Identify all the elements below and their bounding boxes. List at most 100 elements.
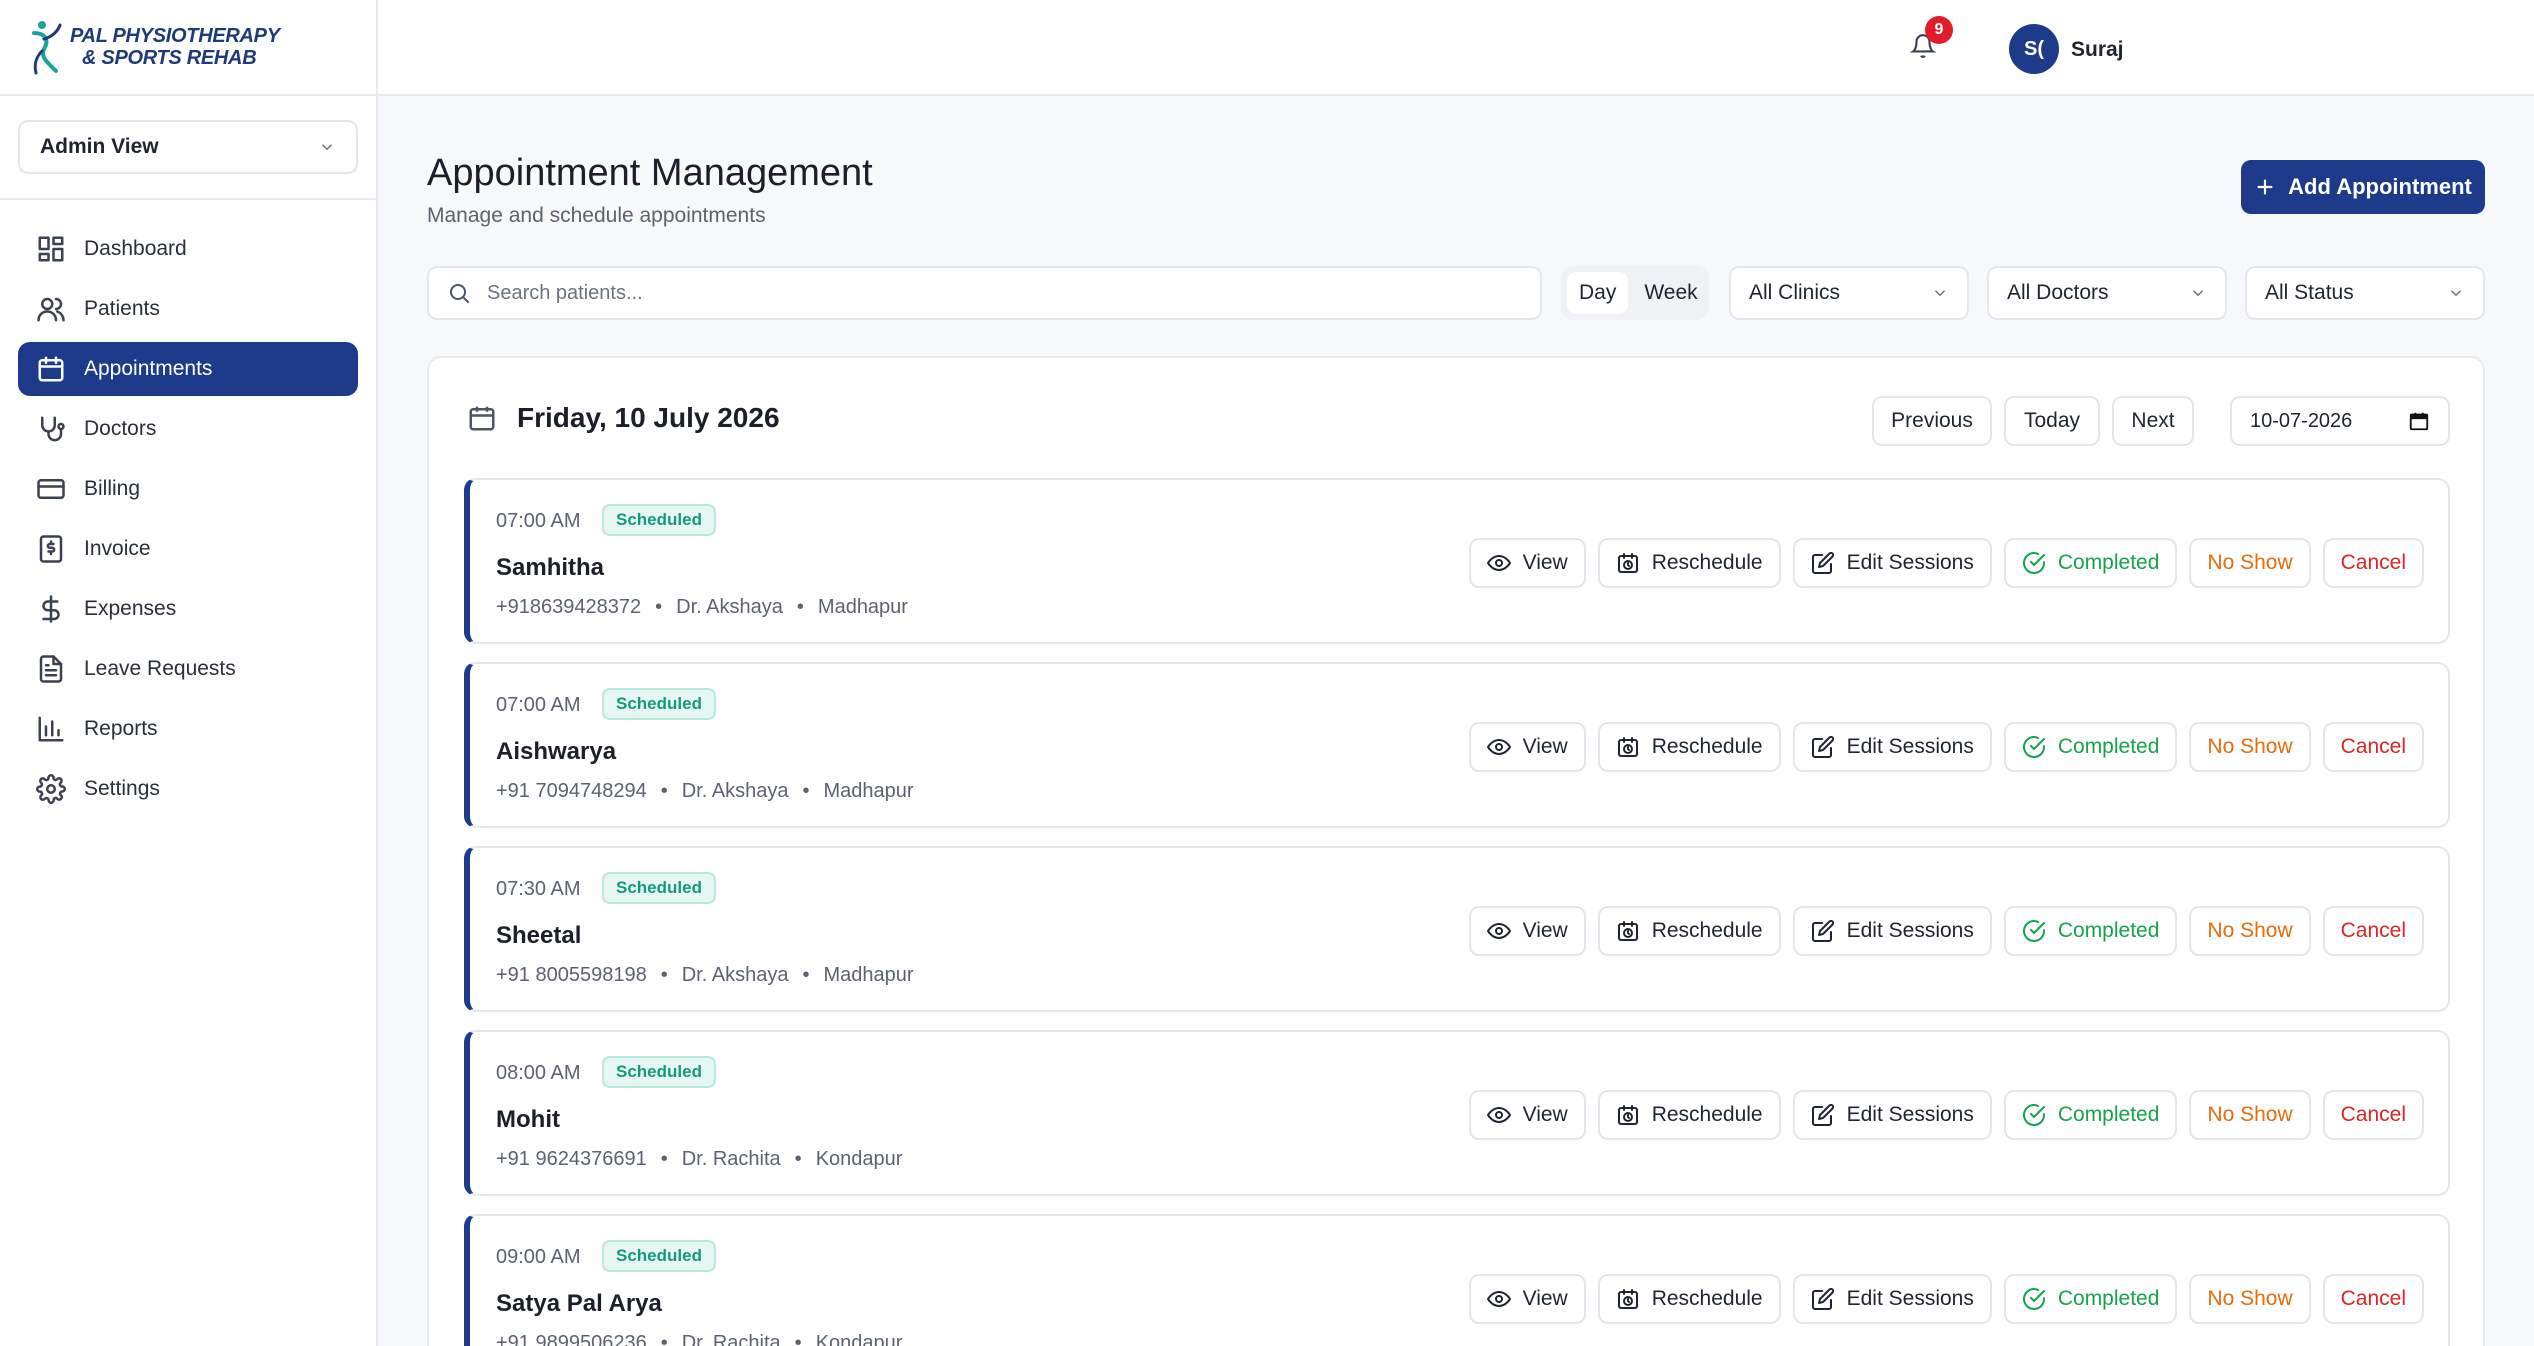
completed-label: Completed bbox=[2057, 1103, 2160, 1126]
date-picker-input[interactable]: 10-07-2026 bbox=[2230, 396, 2450, 446]
separator-dot: • bbox=[660, 1332, 668, 1346]
reschedule-button[interactable]: Reschedule bbox=[1597, 1090, 1781, 1140]
previous-button[interactable]: Previous bbox=[1872, 396, 1992, 446]
edit-sessions-button[interactable]: Edit Sessions bbox=[1792, 538, 1992, 588]
user-name[interactable]: Suraj bbox=[2071, 38, 2124, 62]
cancel-button[interactable]: Cancel bbox=[2322, 722, 2424, 772]
cancel-button[interactable]: Cancel bbox=[2322, 1274, 2424, 1324]
dashboard-icon bbox=[38, 236, 64, 262]
toggle-day[interactable]: Day bbox=[1567, 272, 1629, 314]
eye-icon bbox=[1486, 1291, 1511, 1307]
sidebar-item-appointments[interactable]: Appointments bbox=[18, 342, 358, 396]
clinic-filter-select[interactable]: All Clinics bbox=[1729, 266, 1969, 320]
edit-sessions-button[interactable]: Edit Sessions bbox=[1792, 722, 1992, 772]
sidebar-item-invoice[interactable]: Invoice bbox=[18, 522, 358, 576]
edit-sessions-label: Edit Sessions bbox=[1846, 919, 1974, 942]
cancel-button[interactable]: Cancel bbox=[2322, 538, 2424, 588]
date-picker-value: 10-07-2026 bbox=[2250, 409, 2353, 432]
sidebar-item-billing[interactable]: Billing bbox=[18, 462, 358, 516]
status-badge: Scheduled bbox=[602, 872, 716, 904]
sidebar-item-patients[interactable]: Patients bbox=[18, 282, 358, 336]
reschedule-button[interactable]: Reschedule bbox=[1597, 722, 1781, 772]
avatar[interactable]: S( bbox=[2009, 24, 2059, 74]
sidebar-item-label: Appointments bbox=[84, 357, 213, 380]
completed-button[interactable]: Completed bbox=[2003, 538, 2178, 588]
edit-sessions-button[interactable]: Edit Sessions bbox=[1792, 1090, 1992, 1140]
view-button[interactable]: View bbox=[1468, 538, 1586, 588]
sidebar-item-doctors[interactable]: Doctors bbox=[18, 402, 358, 456]
status-badge: Scheduled bbox=[602, 1240, 716, 1272]
sidebar-item-label: Invoice bbox=[84, 537, 151, 560]
cancel-button[interactable]: Cancel bbox=[2322, 1090, 2424, 1140]
view-label: View bbox=[1522, 1287, 1568, 1310]
sidebar-item-reports[interactable]: Reports bbox=[18, 702, 358, 756]
sidebar-item-dashboard[interactable]: Dashboard bbox=[18, 222, 358, 276]
add-appointment-button[interactable]: Add Appointment bbox=[2241, 160, 2485, 214]
calendar-picker-icon[interactable] bbox=[2408, 410, 2430, 432]
edit-sessions-button[interactable]: Edit Sessions bbox=[1792, 906, 1992, 956]
completed-button[interactable]: Completed bbox=[2003, 1274, 2178, 1324]
logo-figure-icon bbox=[32, 21, 62, 75]
no-show-label: No Show bbox=[2207, 1287, 2293, 1310]
patient-name[interactable]: Sheetal bbox=[496, 922, 581, 950]
edit-sessions-button[interactable]: Edit Sessions bbox=[1792, 1274, 1992, 1324]
appointment-meta: +918639428372 • Dr. Akshaya • Madhapur bbox=[496, 596, 908, 619]
sidebar-nav: Dashboard Patients Appointments Doctors … bbox=[0, 200, 376, 816]
notification-badge: 9 bbox=[1925, 16, 1953, 44]
calendar-icon bbox=[38, 356, 64, 382]
sidebar-item-settings[interactable]: Settings bbox=[18, 762, 358, 816]
status-filter-select[interactable]: All Status bbox=[2245, 266, 2485, 320]
stethoscope-icon bbox=[41, 416, 65, 442]
reschedule-button[interactable]: Reschedule bbox=[1597, 538, 1781, 588]
completed-button[interactable]: Completed bbox=[2003, 722, 2178, 772]
next-button[interactable]: Next bbox=[2112, 396, 2194, 446]
patient-phone: +91 8005598198 bbox=[496, 964, 647, 986]
edit-icon bbox=[1811, 1287, 1834, 1310]
patient-phone: +918639428372 bbox=[496, 596, 642, 618]
date-header: Friday, 10 July 2026 bbox=[467, 402, 780, 434]
view-button[interactable]: View bbox=[1468, 906, 1586, 956]
doctor-name: Dr. Rachita bbox=[681, 1332, 781, 1346]
search-icon bbox=[450, 284, 469, 303]
check-circle-icon bbox=[2022, 920, 2045, 943]
patient-name[interactable]: Mohit bbox=[496, 1106, 560, 1134]
patient-phone: +91 9624376691 bbox=[496, 1148, 647, 1170]
toggle-week[interactable]: Week bbox=[1632, 272, 1709, 314]
completed-button[interactable]: Completed bbox=[2003, 906, 2178, 956]
completed-button[interactable]: Completed bbox=[2003, 1090, 2178, 1140]
sidebar-item-expenses[interactable]: Expenses bbox=[18, 582, 358, 636]
doctor-name: Dr. Akshaya bbox=[681, 964, 789, 986]
eye-icon bbox=[1486, 555, 1511, 571]
sidebar-item-label: Settings bbox=[84, 777, 160, 800]
patient-name[interactable]: Samhitha bbox=[496, 554, 604, 582]
today-button[interactable]: Today bbox=[2004, 396, 2100, 446]
appointment-card: 09:00 AM Scheduled Satya Pal Arya +91 98… bbox=[464, 1214, 2450, 1346]
clinic-name: Madhapur bbox=[823, 964, 914, 986]
view-button[interactable]: View bbox=[1468, 1274, 1586, 1324]
reschedule-label: Reschedule bbox=[1651, 735, 1763, 758]
edit-icon bbox=[1811, 919, 1834, 942]
reschedule-label: Reschedule bbox=[1651, 1103, 1763, 1126]
patient-name[interactable]: Satya Pal Arya bbox=[496, 1290, 662, 1318]
check-circle-icon bbox=[2022, 1104, 2045, 1127]
no-show-button[interactable]: No Show bbox=[2189, 1090, 2311, 1140]
eye-icon bbox=[1486, 739, 1511, 755]
status-badge: Scheduled bbox=[602, 504, 716, 536]
brand-logo[interactable]: PAL PHYSIOTHERAPY & SPORTS REHAB bbox=[0, 0, 376, 96]
view-button[interactable]: View bbox=[1468, 722, 1586, 772]
no-show-button[interactable]: No Show bbox=[2189, 538, 2311, 588]
sidebar-item-leave-requests[interactable]: Leave Requests bbox=[18, 642, 358, 696]
doctor-filter-select[interactable]: All Doctors bbox=[1987, 266, 2227, 320]
completed-label: Completed bbox=[2057, 735, 2160, 758]
no-show-button[interactable]: No Show bbox=[2189, 906, 2311, 956]
search-input[interactable] bbox=[487, 281, 1487, 305]
reschedule-button[interactable]: Reschedule bbox=[1597, 906, 1781, 956]
reschedule-button[interactable]: Reschedule bbox=[1597, 1274, 1781, 1324]
cancel-button[interactable]: Cancel bbox=[2322, 906, 2424, 956]
view-button[interactable]: View bbox=[1468, 1090, 1586, 1140]
appointment-card: 07:30 AM Scheduled Sheetal +91 800559819… bbox=[464, 846, 2450, 1012]
no-show-button[interactable]: No Show bbox=[2189, 1274, 2311, 1324]
patient-name[interactable]: Aishwarya bbox=[496, 738, 616, 766]
no-show-button[interactable]: No Show bbox=[2189, 722, 2311, 772]
view-select[interactable]: Admin View bbox=[18, 120, 358, 174]
